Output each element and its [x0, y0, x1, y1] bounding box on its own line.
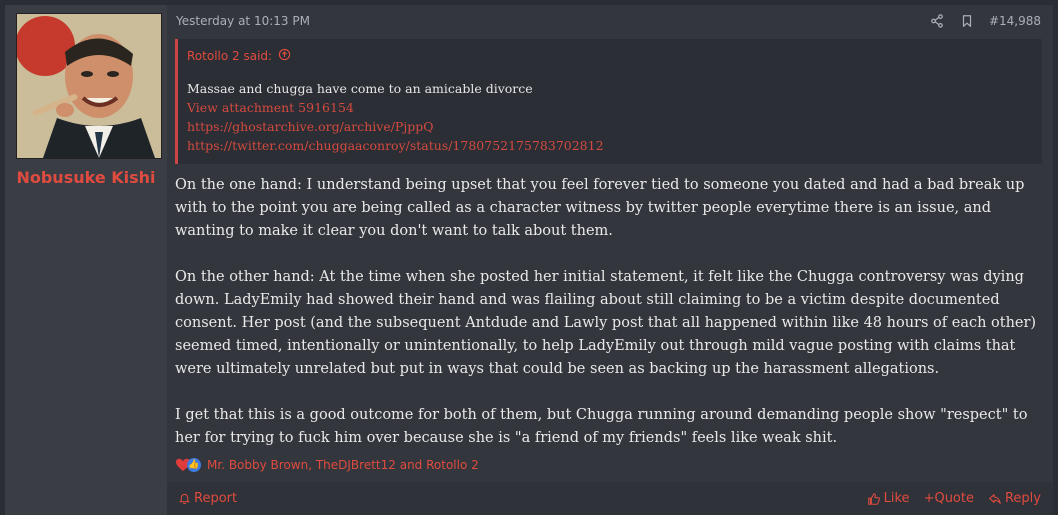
quote-block: Rotollo 2 said: Massae and chugga have c… — [175, 39, 1042, 164]
report-button[interactable]: Report — [178, 491, 237, 506]
post-paragraph: On the one hand: I understand being upse… — [175, 177, 1025, 239]
like-label: Like — [883, 491, 910, 506]
quote-author[interactable]: Rotollo 2 said: — [187, 49, 272, 63]
thumbs-up-icon — [867, 492, 881, 506]
reply-button[interactable]: Reply — [988, 491, 1041, 506]
post-timestamp[interactable]: Yesterday at 10:13 PM — [176, 14, 310, 28]
post-number[interactable]: #14,988 — [989, 14, 1041, 28]
reply-icon — [988, 492, 1002, 506]
quote-text: Massae and chugga have come to an amicab… — [187, 81, 533, 96]
like-button[interactable]: Like — [867, 491, 910, 506]
bookmark-icon[interactable] — [959, 13, 975, 29]
share-icon[interactable] — [929, 13, 945, 29]
post-content: On the one hand: I understand being upse… — [175, 174, 1045, 473]
bell-icon — [178, 492, 191, 505]
reactions-list[interactable]: Mr. Bobby Brown, TheDJBrett12 and Rotoll… — [207, 458, 479, 472]
post-actions: Like +Quote Reply — [867, 491, 1041, 506]
user-panel: Nobusuke Kishi — [5, 5, 167, 515]
post-paragraph: I get that this is a good outcome for bo… — [175, 407, 1028, 446]
arrow-up-circle-icon[interactable] — [278, 48, 291, 64]
quote-header[interactable]: Rotollo 2 said: — [187, 48, 291, 64]
post-paragraph: On the other hand: At the time when she … — [175, 269, 1037, 377]
reply-label: Reply — [1004, 491, 1041, 506]
username[interactable]: Nobusuke Kishi — [5, 168, 167, 187]
like-icon: 👍 — [187, 458, 201, 472]
reactions-bar: 👍 Mr. Bobby Brown, TheDJBrett12 and Roto… — [175, 457, 479, 473]
report-label: Report — [194, 491, 238, 506]
reaction-icons: 👍 — [175, 457, 201, 473]
quote-body: Massae and chugga have come to an amicab… — [187, 79, 604, 155]
quote-link[interactable]: https://twitter.com/chuggaaconroy/status… — [187, 136, 604, 155]
message-footer: Report Like +Quote Reply — [167, 482, 1053, 515]
quote-link[interactable]: https://ghostarchive.org/archive/PjppQ — [187, 117, 604, 136]
message-main: Yesterday at 10:13 PM #14,988 Rotollo 2 … — [167, 5, 1053, 515]
post-meta-actions: #14,988 — [929, 13, 1041, 29]
quote-attachment-link[interactable]: View attachment 5916154 — [187, 98, 604, 117]
message: Nobusuke Kishi Yesterday at 10:13 PM #14… — [5, 5, 1053, 515]
avatar[interactable] — [16, 13, 162, 159]
quote-button[interactable]: +Quote — [924, 491, 974, 506]
